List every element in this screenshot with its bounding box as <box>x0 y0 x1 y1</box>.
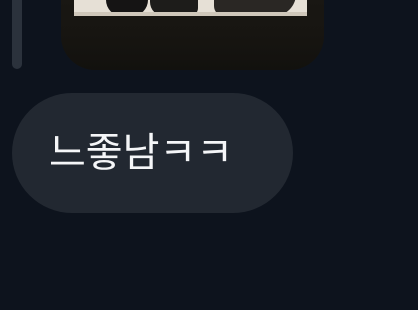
message-text: 느좋남ㅋㅋ <box>49 130 233 176</box>
image-message-bubble[interactable] <box>61 0 324 70</box>
chat-message-list[interactable]: 느좋남ㅋㅋ <box>0 0 418 310</box>
photo-floor <box>74 12 307 16</box>
photo-thumbnail[interactable] <box>74 0 307 16</box>
scroll-indicator[interactable] <box>12 0 22 69</box>
